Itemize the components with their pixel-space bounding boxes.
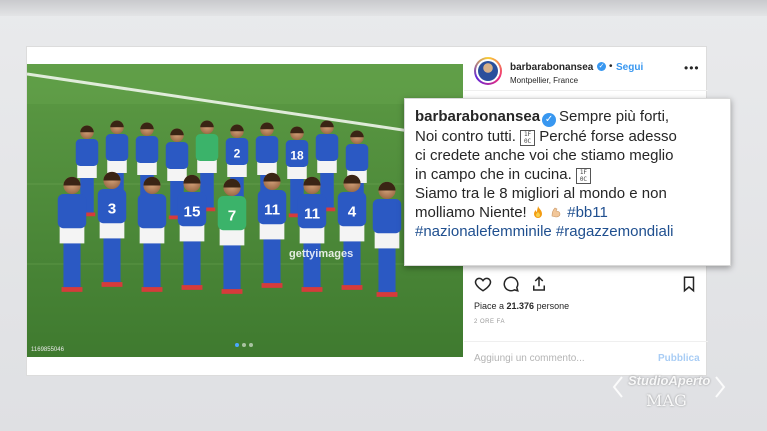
caption-text: barbarabonansea ✓ Sempre più forti, Noi co… [415, 107, 720, 241]
header-username[interactable]: barbarabonansea [510, 62, 593, 73]
carousel-dot[interactable] [235, 343, 239, 347]
caption-line: Noi contro tutti. [415, 128, 516, 145]
follow-button[interactable]: Segui [616, 62, 643, 73]
location-label[interactable]: Montpellier, France [510, 76, 578, 85]
shirt-number: 4 [348, 204, 357, 221]
logo-line-2: MAG [646, 391, 687, 410]
comment-icon[interactable] [502, 275, 520, 293]
broadcaster-logo: StudioAperto MAG [612, 369, 732, 413]
post-header: barbarabonansea ✓ • Segui Montpellier, F… [464, 47, 708, 91]
avatar-photo [478, 61, 498, 81]
unknown-glyph-icon: 1F 0C [520, 130, 536, 146]
carousel-dots [235, 343, 253, 347]
likes-count[interactable]: Piace a 21.376 persone [474, 301, 569, 311]
shirt-number: 15 [184, 204, 201, 221]
photo-id-text: 1169855046 [31, 347, 64, 353]
top-strip [0, 0, 767, 16]
caption-username[interactable]: barbarabonansea [415, 108, 540, 125]
verified-icon: ✓ [542, 113, 557, 127]
caption-line: Perché forse adesso [539, 128, 677, 145]
logo-line-1: StudioAperto [628, 373, 711, 388]
more-dots-icon[interactable]: ••• [684, 61, 700, 75]
muscle-emoji-icon [551, 207, 561, 218]
verified-icon: ✓ [597, 62, 606, 71]
avatar[interactable] [474, 57, 502, 85]
shirt-number: 3 [108, 201, 116, 218]
action-bar [474, 275, 698, 295]
shirt-number: 11 [304, 206, 321, 223]
team-photo-illustration: 2 18 3 15 7 11 11 4 gettyimages [27, 64, 463, 357]
getty-watermark: gettyimages [289, 248, 353, 260]
shirt-number: 2 [234, 147, 241, 161]
caption-line: Sempre più forti, [559, 108, 670, 125]
hashtag-link[interactable]: #bb11 [567, 204, 608, 221]
post-timestamp: 2 ORE FA [474, 319, 506, 325]
carousel-dot[interactable] [242, 343, 246, 347]
unknown-glyph-icon: 1F 0C [575, 168, 591, 184]
caption-line: ci credete anche voi che stiamo meglio [415, 147, 674, 164]
bookmark-icon[interactable] [680, 275, 698, 293]
heart-icon[interactable] [474, 275, 492, 293]
caption-line: molliamo Niente! [415, 204, 527, 221]
carousel-dot[interactable] [249, 343, 253, 347]
caption-line: Siamo tra le 8 migliori al mondo e non [415, 185, 667, 202]
caption-overlay: barbarabonansea ✓ Sempre più forti, Noi co… [404, 98, 731, 266]
shirt-number: 7 [228, 208, 236, 225]
shirt-number: 11 [264, 202, 281, 219]
hashtag-link[interactable]: #nazionalefemminile [415, 223, 552, 240]
publish-button[interactable]: Pubblica [658, 353, 700, 364]
separator-dot: • [609, 61, 613, 72]
comment-input[interactable]: Aggiungi un commento... [474, 353, 585, 364]
post-photo[interactable]: 2 18 3 15 7 11 11 4 gettyimages 1169855046 [27, 64, 463, 357]
shirt-number: 18 [290, 149, 304, 163]
caption-line: in campo che in cucina. [415, 166, 572, 183]
share-icon[interactable] [530, 275, 548, 293]
fire-emoji-icon [533, 206, 542, 218]
hashtag-link[interactable]: #ragazzemondiali [556, 223, 674, 240]
